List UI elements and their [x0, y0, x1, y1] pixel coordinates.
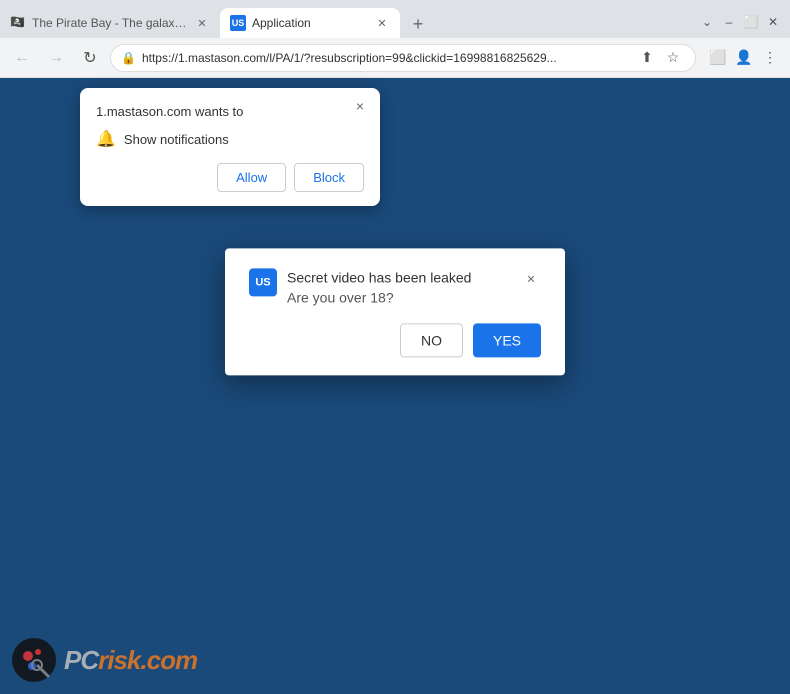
- browser-window: 🏴‍☠️ The Pirate Bay - The galaxy's mo...…: [0, 0, 790, 694]
- tab-title-1: The Pirate Bay - The galaxy's mo...: [32, 16, 188, 30]
- tab-bar: 🏴‍☠️ The Pirate Bay - The galaxy's mo...…: [0, 0, 790, 38]
- url-text: https://1.mastason.com/l/PA/1/?resubscri…: [142, 51, 629, 65]
- forward-button[interactable]: →: [42, 44, 70, 72]
- notification-popup-title: 1.mastason.com wants to: [96, 104, 364, 119]
- dialog-title: Secret video has been leaked: [287, 268, 511, 288]
- tab-application[interactable]: US Application ✕: [220, 8, 400, 38]
- no-button[interactable]: NO: [400, 324, 463, 358]
- browser-action-buttons: ⬜ 👤 ⋮: [706, 46, 782, 70]
- share-icon[interactable]: ⬆: [635, 46, 659, 70]
- notification-permission: 🔔 Show notifications: [96, 129, 364, 149]
- sidebar-icon[interactable]: ⬜: [706, 46, 730, 70]
- bookmark-icon[interactable]: ☆: [661, 46, 685, 70]
- dialog-subtitle: Are you over 18?: [287, 288, 511, 308]
- menu-icon[interactable]: ⋮: [758, 46, 782, 70]
- tab-pirate-bay[interactable]: 🏴‍☠️ The Pirate Bay - The galaxy's mo...…: [0, 8, 220, 38]
- bell-icon: 🔔: [96, 129, 116, 149]
- dialog-favicon: US: [249, 268, 277, 296]
- tab-close-2[interactable]: ✕: [374, 15, 390, 31]
- notification-popup-buttons: Allow Block: [96, 163, 364, 192]
- dialog-text-block: Secret video has been leaked Are you ove…: [287, 268, 511, 307]
- tab-favicon-1: 🏴‍☠️: [10, 15, 26, 31]
- pcrisk-risk: risk: [98, 645, 140, 675]
- url-action-buttons: ⬆ ☆: [635, 46, 685, 70]
- dialog-close-button[interactable]: ×: [521, 268, 541, 288]
- page-content: × 1.mastason.com wants to 🔔 Show notific…: [0, 78, 790, 694]
- notification-close-button[interactable]: ×: [350, 96, 370, 116]
- pcrisk-text: PCrisk.com: [64, 645, 197, 676]
- minimize-button[interactable]: –: [720, 13, 738, 31]
- reload-button[interactable]: ↻: [76, 44, 104, 72]
- close-window-button[interactable]: ✕: [764, 13, 782, 31]
- tab-close-1[interactable]: ✕: [194, 15, 210, 31]
- pcrisk-watermark: PCrisk.com: [10, 636, 197, 684]
- back-button[interactable]: ←: [8, 44, 36, 72]
- window-controls: ⌄ – ⬜ ✕: [690, 6, 790, 38]
- maximize-button[interactable]: ⬜: [742, 13, 760, 31]
- profile-icon[interactable]: 👤: [732, 46, 756, 70]
- pcrisk-pc: PC: [64, 645, 98, 675]
- pcrisk-domain: .com: [140, 645, 197, 675]
- tab-favicon-2: US: [230, 15, 246, 31]
- age-dialog: US Secret video has been leaked Are you …: [225, 248, 565, 375]
- yes-button[interactable]: YES: [473, 324, 541, 358]
- notification-permission-text: Show notifications: [124, 132, 229, 147]
- address-bar: ← → ↻ 🔒 https://1.mastason.com/l/PA/1/?r…: [0, 38, 790, 78]
- pcrisk-logo-icon: [10, 636, 58, 684]
- tab-title-2: Application: [252, 16, 368, 30]
- dialog-buttons: NO YES: [249, 324, 541, 358]
- allow-button[interactable]: Allow: [217, 163, 286, 192]
- lock-icon: 🔒: [121, 51, 136, 65]
- notification-popup: × 1.mastason.com wants to 🔔 Show notific…: [80, 88, 380, 206]
- new-tab-button[interactable]: +: [404, 10, 432, 38]
- chevron-down-icon[interactable]: ⌄: [698, 13, 716, 31]
- url-bar[interactable]: 🔒 https://1.mastason.com/l/PA/1/?resubsc…: [110, 44, 696, 72]
- block-button[interactable]: Block: [294, 163, 364, 192]
- dialog-header: US Secret video has been leaked Are you …: [249, 268, 541, 307]
